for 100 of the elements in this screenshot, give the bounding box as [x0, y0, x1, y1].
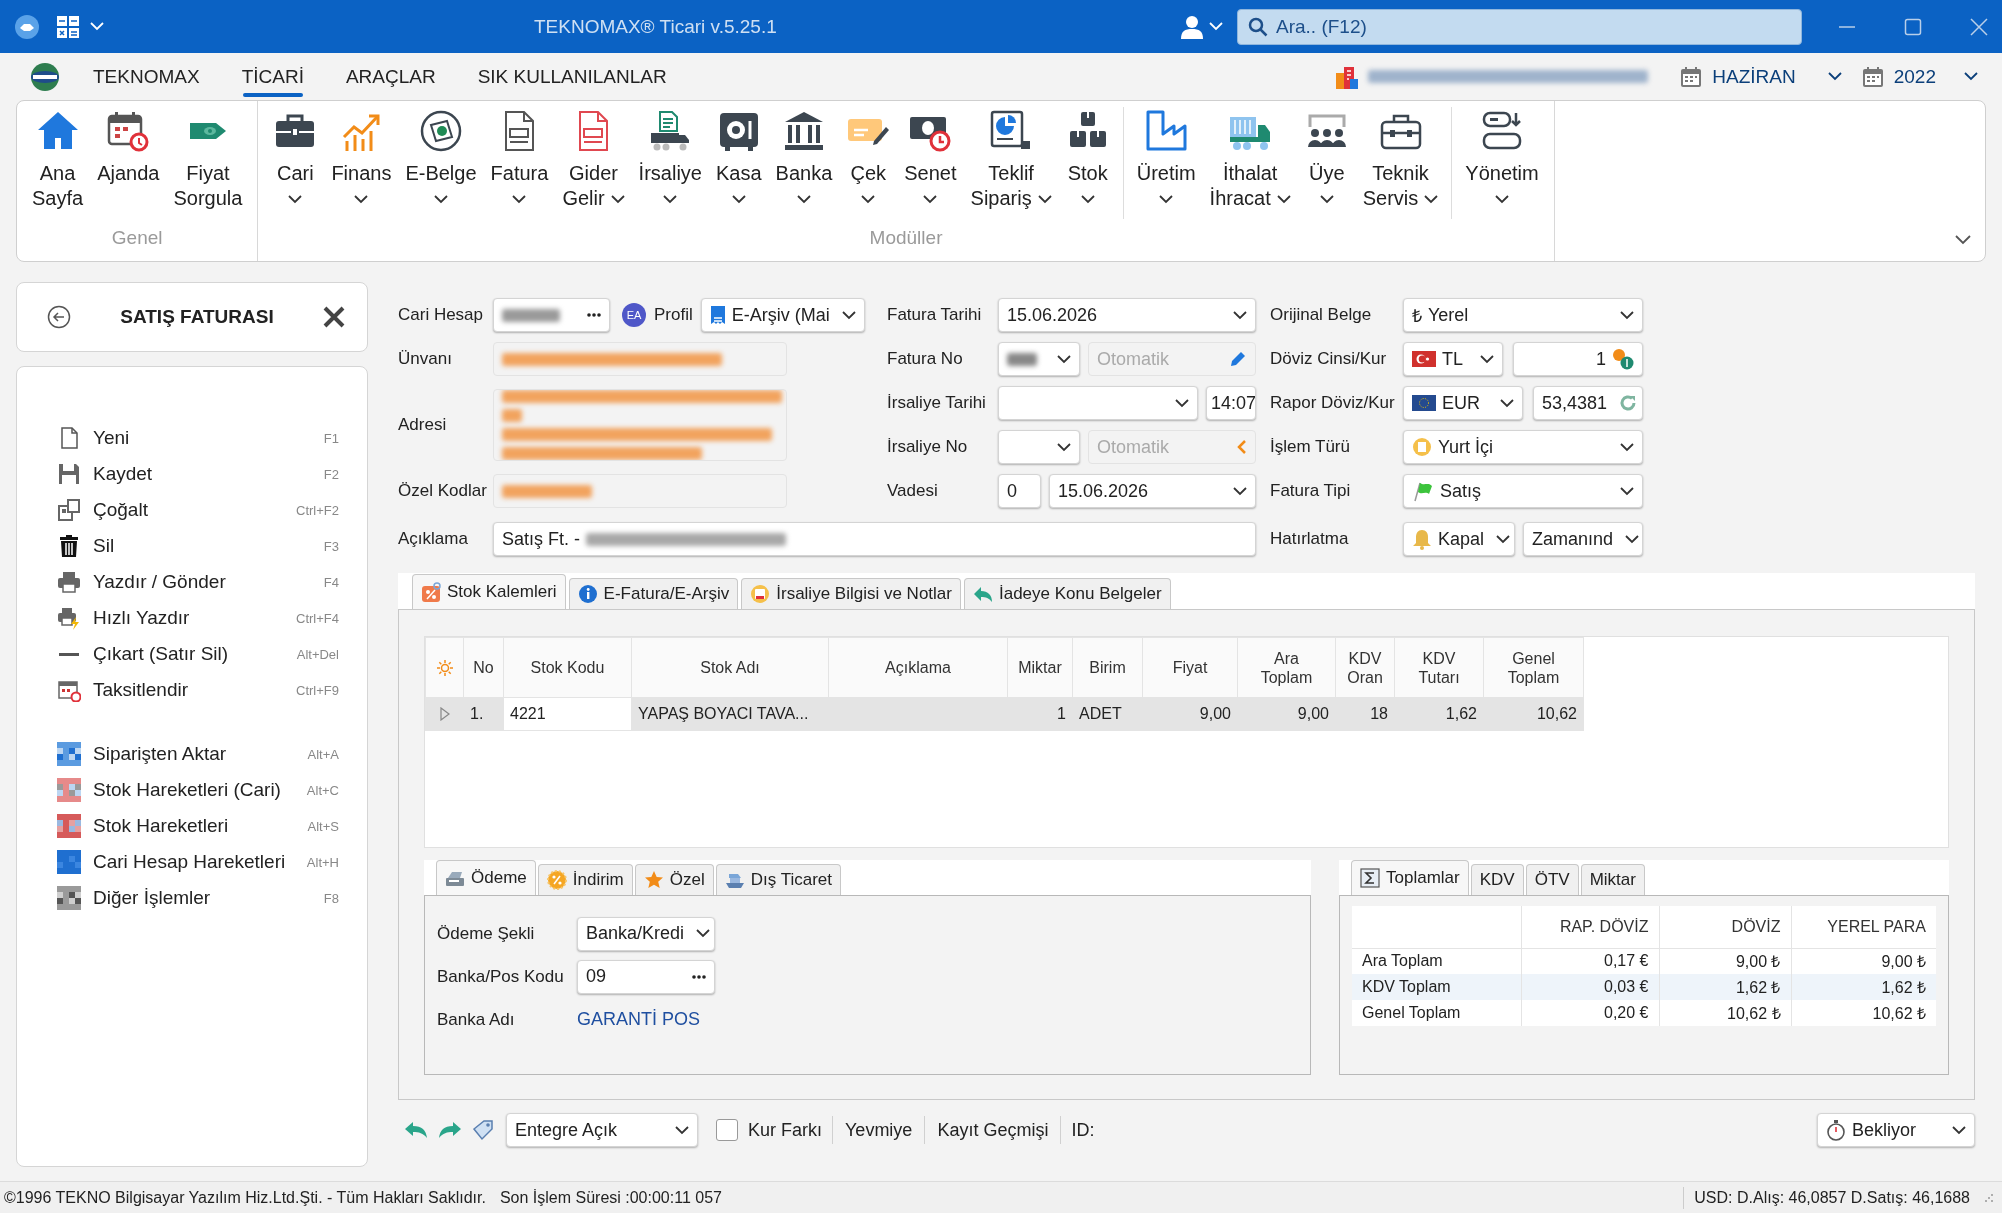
ribbon-button[interactable]: Senet — [897, 107, 964, 213]
tab[interactable]: Stok Kalemleri — [412, 574, 566, 609]
menu-item[interactable]: Stok Hareketleri (Cari) — [93, 779, 295, 801]
column-header[interactable]: Birim — [1072, 637, 1143, 698]
menu-item[interactable]: Yazdır / Gönder — [93, 571, 312, 593]
menu-item[interactable]: Taksitlendir — [93, 679, 284, 701]
series-dropdown[interactable] — [998, 342, 1080, 376]
tab[interactable]: Dış Ticaret — [715, 864, 841, 895]
user-icon[interactable] — [1181, 14, 1203, 39]
tab[interactable]: İrsaliye Bilgisi ve Notlar — [741, 578, 961, 609]
ribbon-button[interactable]: İthalat İhracat — [1202, 107, 1298, 213]
ribbon-button[interactable]: Ajanda — [90, 107, 167, 213]
menu-item[interactable]: Kaydet — [93, 463, 312, 485]
redo-icon[interactable] — [438, 1120, 462, 1140]
checkbox[interactable] — [716, 1119, 738, 1141]
menu-tab[interactable]: ARAÇLAR — [324, 53, 457, 100]
column-header[interactable]: KDV Tutarı — [1394, 637, 1484, 698]
chevron-left-icon[interactable] — [1237, 439, 1247, 455]
ribbon-button[interactable]: Banka — [768, 107, 840, 213]
pencil-icon[interactable] — [1229, 350, 1247, 368]
maximize-icon[interactable] — [1904, 17, 1922, 36]
ribbon-button[interactable]: Teklif Sipariş — [963, 107, 1059, 213]
menu-item[interactable]: Stok Hareketleri — [93, 815, 296, 837]
date-dropdown[interactable]: 15.06.2026 — [998, 298, 1256, 332]
tab[interactable]: E-Fatura/E-Arşiv — [568, 578, 739, 609]
tab[interactable]: ÖTV — [1525, 864, 1579, 895]
rate-field[interactable]: 1 — [1513, 342, 1643, 376]
menu-item[interactable]: Çıkart (Satır Sil) — [93, 643, 285, 665]
tab[interactable]: İndirim — [537, 864, 633, 895]
link-button[interactable]: Yevmiye — [843, 1119, 915, 1141]
currency-dropdown[interactable]: EUR — [1403, 386, 1523, 420]
tab[interactable]: Toplamlar — [1351, 860, 1469, 895]
back-icon[interactable] — [47, 305, 71, 329]
grid-icon[interactable] — [56, 14, 80, 39]
menu-item[interactable]: Çoğalt — [93, 499, 284, 521]
ribbon-button[interactable]: Fatura — [483, 107, 556, 213]
collapse-icon[interactable] — [1955, 235, 1971, 245]
special-codes-field[interactable] — [493, 474, 787, 508]
date-dropdown[interactable] — [998, 386, 1198, 420]
reminder-dropdown[interactable]: Kapal — [1403, 522, 1515, 556]
title-field[interactable] — [493, 342, 787, 376]
menu-item[interactable]: Siparişten Aktar — [93, 743, 296, 765]
ribbon-button[interactable]: Finans — [324, 107, 399, 213]
source-dropdown[interactable]: ₺ Yerel — [1403, 298, 1643, 332]
menu-item[interactable]: Cari Hesap Hareketleri — [93, 851, 295, 873]
column-header[interactable]: Stok Kodu — [503, 637, 632, 698]
tab[interactable]: Özel — [634, 864, 714, 895]
column-header[interactable]: No — [463, 637, 504, 698]
date-dropdown[interactable]: 15.06.2026 — [1049, 474, 1256, 508]
timing-dropdown[interactable]: Zamanınd — [1523, 522, 1643, 556]
column-header[interactable] — [425, 637, 464, 698]
ribbon-button[interactable]: Kasa — [708, 107, 769, 213]
search-field[interactable]: Ara.. (F12) — [1237, 8, 1802, 45]
menu-item[interactable]: Diğer İşlemler — [93, 887, 312, 909]
menu-tab[interactable]: TİCARİ — [220, 53, 325, 100]
column-header[interactable]: Fiyat — [1142, 637, 1238, 698]
ribbon-button[interactable]: E-Belge — [398, 107, 484, 213]
undo-icon[interactable] — [404, 1120, 428, 1140]
tab[interactable]: İadeye Konu Belgeler — [964, 578, 1171, 609]
menu-item[interactable]: Hızlı Yazdır — [93, 607, 284, 629]
tab[interactable]: Miktar — [1580, 864, 1645, 895]
series-dropdown[interactable] — [998, 430, 1080, 464]
ribbon-button[interactable]: Ana Sayfa — [25, 107, 91, 213]
ellipsis-icon[interactable] — [692, 974, 706, 979]
ribbon-button[interactable]: Üretim — [1129, 107, 1203, 213]
integration-dropdown[interactable]: Entegre Açık — [506, 1113, 698, 1147]
year-dropdown[interactable]: 2022 — [1851, 65, 1988, 88]
ribbon-button[interactable]: Üye — [1297, 107, 1356, 213]
description-field[interactable]: Satış Ft. - — [493, 522, 1256, 556]
currency-dropdown[interactable]: TL — [1403, 342, 1503, 376]
column-header[interactable]: KDV Oran — [1335, 637, 1395, 698]
column-header[interactable]: Miktar — [1007, 637, 1073, 698]
ellipsis-icon[interactable] — [587, 313, 601, 317]
month-dropdown[interactable]: HAZİRAN — [1670, 65, 1852, 88]
ribbon-button[interactable]: Gider Gelir — [555, 107, 632, 213]
column-header[interactable]: Açıklama — [828, 637, 1008, 698]
rate-field[interactable]: 53,4381 — [1533, 386, 1643, 420]
menu-tab[interactable]: SIK KULLANILANLAR — [456, 53, 688, 100]
refresh-icon[interactable] — [1619, 394, 1638, 412]
menu-item[interactable]: Sil — [93, 535, 312, 557]
time-field[interactable]: 14:07 — [1206, 386, 1256, 420]
menu-tab[interactable]: TEKNOMAX — [72, 53, 221, 100]
ribbon-button[interactable]: Çek — [839, 107, 898, 213]
column-header[interactable]: Ara Toplam — [1237, 637, 1336, 698]
tag-icon[interactable] — [472, 1119, 496, 1141]
column-header[interactable]: Genel Toplam — [1483, 637, 1584, 698]
ribbon-button[interactable]: Cari — [266, 107, 325, 213]
tab[interactable]: KDV — [1470, 864, 1524, 895]
status-dropdown[interactable]: Bekliyor — [1817, 1113, 1975, 1147]
transaction-type-dropdown[interactable]: Yurt İçi — [1403, 430, 1643, 464]
ribbon-button[interactable]: Stok — [1058, 107, 1117, 213]
days-field[interactable]: 0 — [998, 474, 1041, 508]
ribbon-button[interactable]: İrsaliye — [631, 107, 709, 213]
invoice-type-dropdown[interactable]: Satış — [1403, 474, 1643, 508]
pos-code-field[interactable]: 09 — [577, 959, 715, 994]
link-button[interactable]: Kayıt Geçmişi — [935, 1119, 1051, 1141]
close-icon[interactable] — [323, 306, 345, 328]
ribbon-button[interactable]: Fiyat Sorgula — [166, 107, 250, 213]
tab[interactable]: Ödeme — [436, 860, 536, 895]
ribbon-button[interactable]: Yönetim — [1458, 107, 1546, 213]
